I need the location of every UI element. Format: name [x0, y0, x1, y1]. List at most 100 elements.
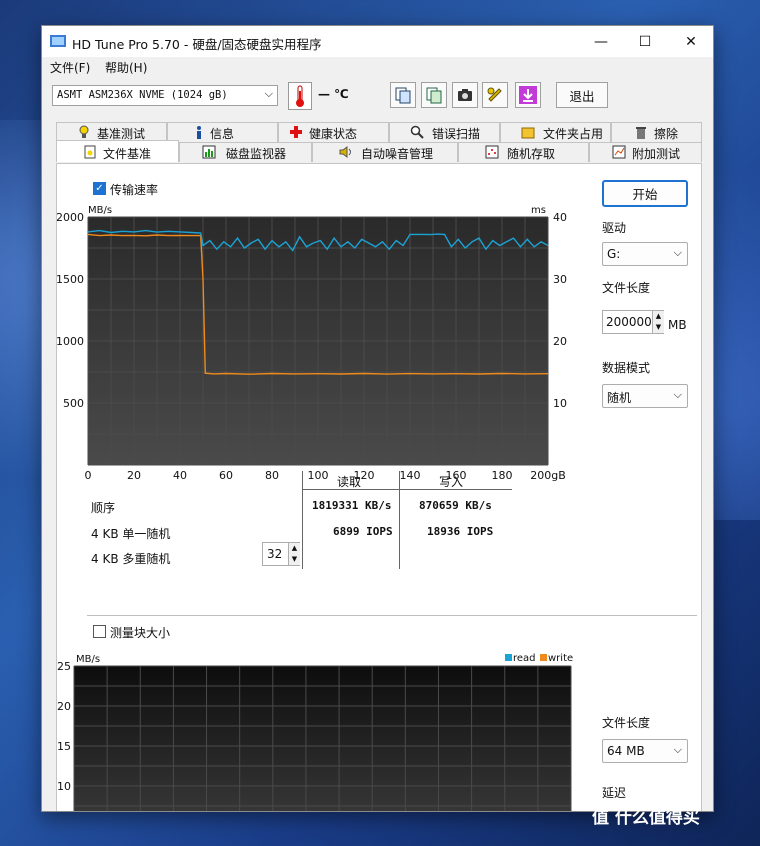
- transfer-rate-checkbox[interactable]: ✓: [93, 182, 106, 195]
- tab-error-scan[interactable]: 错误扫描: [389, 122, 500, 142]
- drive-select[interactable]: G: ⌵: [602, 242, 688, 266]
- copy-info-button[interactable]: [390, 82, 416, 108]
- drive-dropdown[interactable]: ASMT ASM236X NVME (1024 gB) ⌵: [52, 85, 278, 106]
- chevron-down-icon: ⌵: [673, 246, 682, 259]
- extra-tests-icon: [612, 145, 626, 159]
- speaker-icon: [339, 146, 351, 158]
- thermometer-icon[interactable]: [288, 82, 312, 110]
- random-access-icon: [485, 145, 499, 159]
- file-length-label: 文件长度: [602, 281, 651, 295]
- options-icon: [487, 87, 502, 102]
- tabs-row-2: 文件基准 磁盘监视器 自动噪音管理 随机存取 附加测试: [56, 140, 702, 162]
- transfer-rate-chart: 0 20 40 60 80 100 120 140 160 180 200gB20001500100…: [57, 205, 567, 482]
- tab-file-benchmark[interactable]: 文件基准: [56, 140, 179, 162]
- file-length-input[interactable]: 200000 ▲ ▼: [602, 310, 664, 334]
- chevron-down-icon: ⌵: [673, 743, 682, 756]
- tab-label: 错误扫描: [432, 127, 481, 141]
- queue-depth-spinner[interactable]: 32 ▲ ▼: [262, 542, 300, 566]
- menu-help[interactable]: 帮助(H): [105, 59, 147, 76]
- y2-tick-label: 20: [553, 335, 567, 348]
- tab-erase[interactable]: 擦除: [611, 122, 702, 142]
- menu-bar: 文件(F) 帮助(H): [42, 57, 713, 77]
- y-tick-label: 1500: [57, 273, 84, 286]
- tab-health[interactable]: 健康状态: [278, 122, 389, 142]
- seq-read-value: 1819331 KB/s: [312, 499, 392, 512]
- data-mode-select[interactable]: 随机 ⌵: [602, 384, 688, 408]
- file-length-2-label: 文件长度: [602, 716, 651, 730]
- 4k-single-read-value: 6899 IOPS: [333, 525, 393, 538]
- folder-icon: [521, 127, 535, 139]
- y-tick-label: 15: [57, 740, 71, 753]
- chevron-down-icon: ⌵: [673, 388, 682, 401]
- tab-disk-monitor[interactable]: 磁盘监视器: [179, 142, 312, 162]
- copy-info-icon: [395, 87, 411, 104]
- y2-tick-label: 40: [553, 211, 567, 224]
- y-tick-label: 2000: [57, 211, 84, 224]
- file-length-unit: MB: [668, 318, 687, 332]
- table-divider: [302, 489, 512, 490]
- temperature-readout: — ℃: [318, 87, 349, 101]
- y-axis-label: MB/s: [76, 654, 100, 665]
- menu-file[interactable]: 文件(F): [50, 59, 90, 76]
- tab-label: 文件基准: [103, 147, 152, 161]
- screenshot-button[interactable]: [452, 82, 478, 108]
- app-icon: [50, 35, 66, 47]
- y-tick-label: 20: [57, 700, 71, 713]
- x-tick-label: 140: [400, 469, 421, 482]
- table-divider: [399, 471, 400, 569]
- copy-screen-button[interactable]: [421, 82, 447, 108]
- trash-icon: [636, 127, 646, 139]
- legend-label: read: [513, 653, 536, 664]
- tab-info[interactable]: 信息: [167, 122, 278, 142]
- minimize-button[interactable]: —: [578, 26, 624, 57]
- x-tick-label: 60: [219, 469, 233, 482]
- y2-axis-label: ms: [531, 205, 546, 216]
- health-cross-icon: [290, 126, 302, 138]
- spinner-arrows[interactable]: ▲ ▼: [288, 543, 300, 565]
- maximize-button[interactable]: ☐: [622, 26, 668, 57]
- block-size-checkbox[interactable]: [93, 625, 106, 638]
- drive-label: 驱动: [602, 221, 627, 235]
- header-read: 读取: [337, 475, 362, 489]
- watermark-logo: 值 什么值得买: [592, 808, 700, 828]
- copy-screen-icon: [426, 87, 442, 104]
- file-benchmark-panel: ✓ 传输速率 0 20 40 60 80 100 120 140 160 180 200gB 2000…: [56, 163, 702, 811]
- save-button[interactable]: [515, 82, 541, 108]
- transfer-rate-label: 传输速率: [110, 183, 159, 197]
- block-size-chart: 252015105MB/sreadwrite: [57, 653, 573, 811]
- legend-label: write: [548, 653, 573, 664]
- file-length-2-value: 64 MB: [607, 744, 645, 758]
- tab-label: 附加测试: [632, 147, 681, 161]
- options-button[interactable]: [482, 82, 508, 108]
- tab-benchmark[interactable]: 基准测试: [56, 122, 167, 142]
- plot-area: [74, 666, 571, 811]
- app-window: HD Tune Pro 5.70 - 硬盘/固态硬盘实用程序 — ☐ ✕ 文件(…: [41, 25, 714, 812]
- start-button[interactable]: 开始: [602, 180, 688, 207]
- y-tick-label: 10: [57, 780, 71, 793]
- spinner-arrows[interactable]: ▲ ▼: [652, 311, 664, 333]
- camera-icon: [458, 89, 472, 101]
- tab-label: 自动噪音管理: [361, 147, 434, 161]
- chevron-down-icon: ⌵: [264, 87, 273, 100]
- x-tick-label: 20: [127, 469, 141, 482]
- tab-folder-usage[interactable]: 文件夹占用率: [500, 122, 611, 158]
- x-tick-label: 40: [173, 469, 187, 482]
- x-tick-label: 80: [265, 469, 279, 482]
- info-icon: [197, 126, 201, 139]
- title-bar: HD Tune Pro 5.70 - 硬盘/固态硬盘实用程序 — ☐ ✕: [42, 26, 713, 57]
- 4k-single-write-value: 18936 IOPS: [427, 525, 494, 538]
- close-button[interactable]: ✕: [668, 26, 713, 57]
- latency-label: 延迟: [602, 786, 627, 800]
- header-write: 写入: [439, 475, 464, 489]
- y2-tick-label: 30: [553, 273, 567, 286]
- window-title: HD Tune Pro 5.70 - 硬盘/固态硬盘实用程序: [72, 37, 322, 52]
- y-tick-label: 25: [57, 660, 71, 673]
- data-mode-value: 随机: [607, 391, 632, 405]
- table-divider: [302, 471, 303, 569]
- exit-button[interactable]: 退出: [556, 82, 608, 108]
- x-tick-label: 100: [308, 469, 329, 482]
- tab-extra-tests[interactable]: 附加测试: [589, 142, 702, 162]
- tab-noise-management[interactable]: 自动噪音管理: [312, 142, 458, 162]
- file-length-2-select[interactable]: 64 MB ⌵: [602, 739, 688, 763]
- tab-random-access[interactable]: 随机存取: [458, 142, 589, 162]
